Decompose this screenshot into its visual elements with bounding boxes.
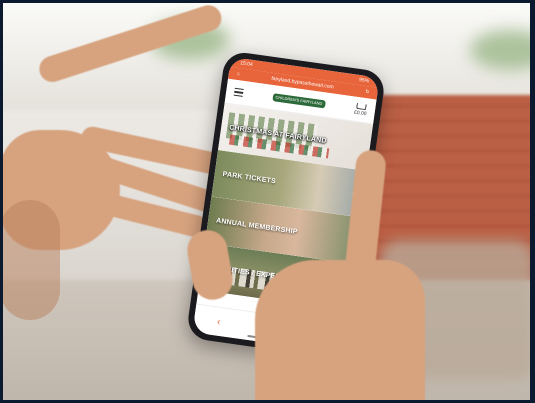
photo-scene: 15:04 95% ⌂ fairyland.bypassthewait.com …	[0, 0, 535, 403]
back-icon[interactable]: ‹	[216, 316, 221, 327]
hamburger-menu-icon[interactable]	[233, 87, 244, 98]
cart-total: £0.00	[353, 109, 367, 117]
right-hand	[255, 260, 425, 403]
fairyland-logo[interactable]: CHILDREN'S FAIRYLAND	[271, 92, 326, 109]
cart-button[interactable]: £0.00	[354, 102, 368, 117]
reload-icon[interactable]: ↻	[365, 89, 370, 96]
status-battery: 95%	[358, 76, 370, 85]
forearm	[0, 200, 60, 320]
status-time: 15:04	[239, 60, 254, 68]
